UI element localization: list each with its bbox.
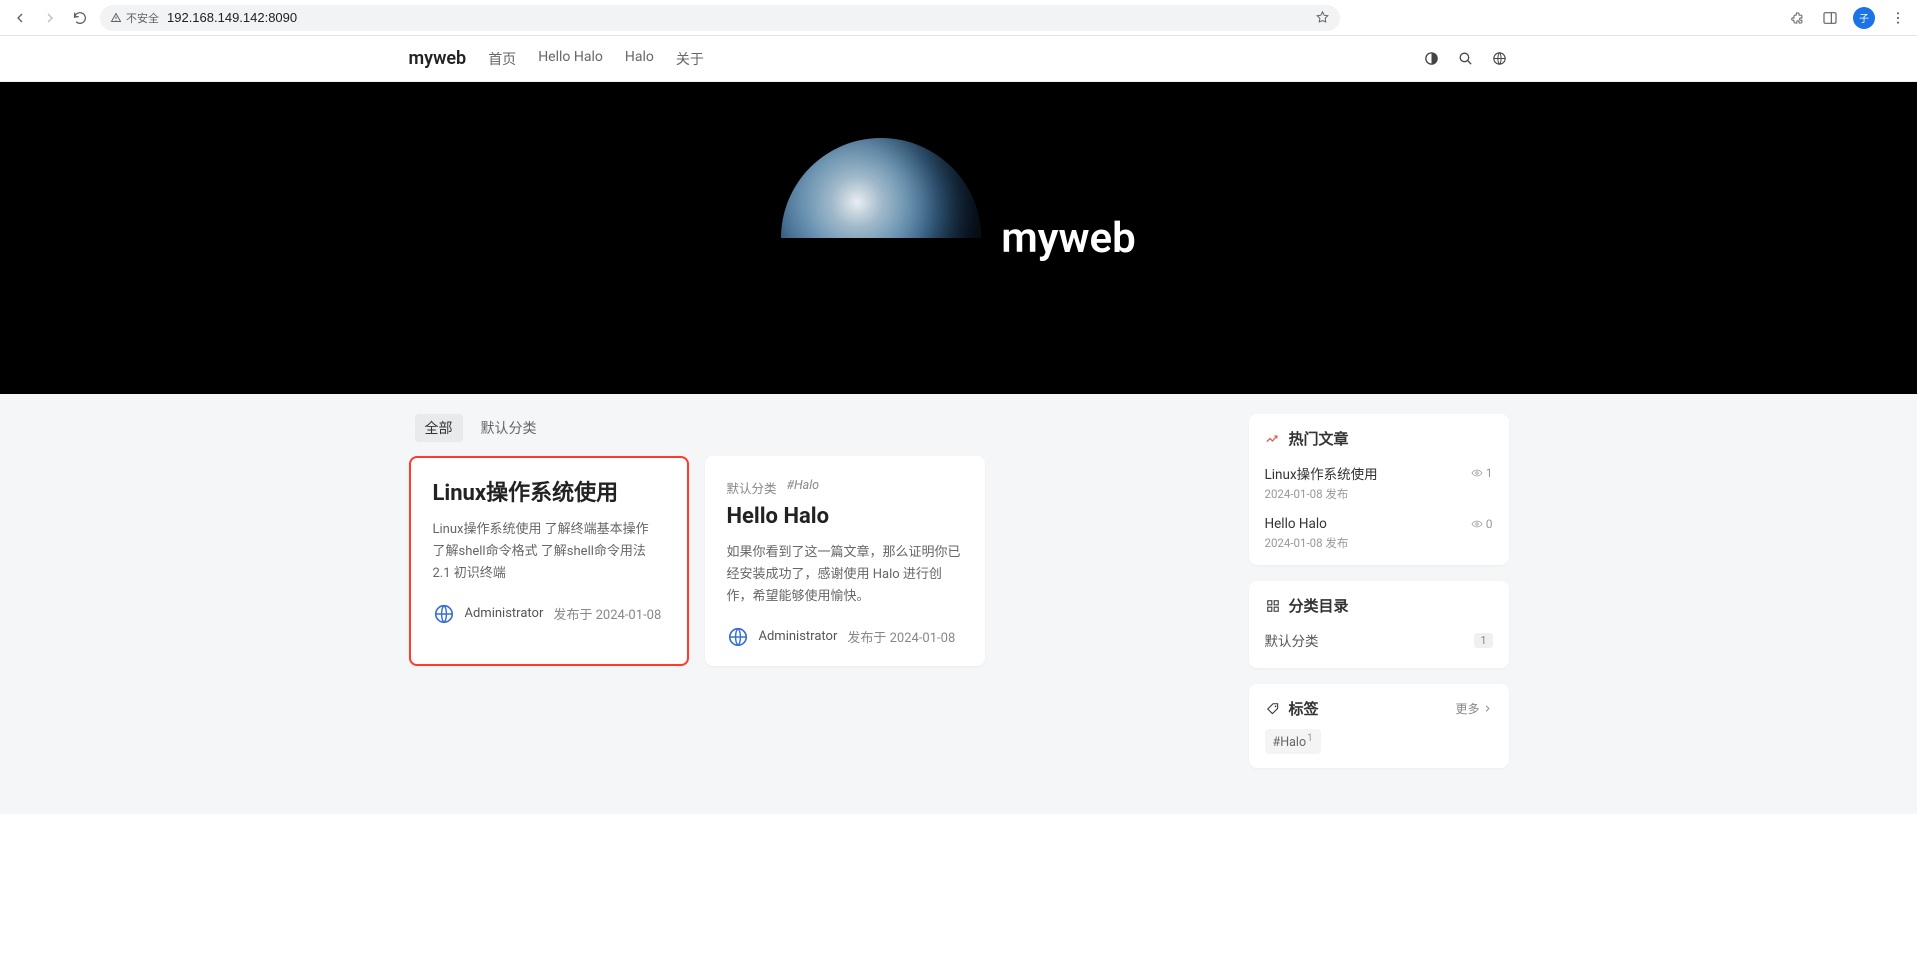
post-date: 发布于 2024-01-08	[847, 627, 955, 646]
language-icon[interactable]	[1491, 50, 1509, 68]
tab-default-category[interactable]: 默认分类	[471, 414, 547, 442]
extensions-icon[interactable]	[1789, 9, 1807, 27]
hot-article-date: 2024-01-08 发布	[1265, 486, 1493, 502]
post-title[interactable]: Hello Halo	[727, 503, 963, 532]
theme-toggle-icon[interactable]	[1423, 50, 1441, 68]
profile-avatar[interactable]: 子	[1853, 7, 1875, 29]
more-link[interactable]: 更多	[1455, 700, 1492, 717]
hero-banner: myweb	[0, 82, 1917, 394]
globe-avatar-icon	[433, 603, 455, 625]
reload-button[interactable]	[70, 8, 90, 28]
hero-title: myweb	[1001, 214, 1136, 263]
category-tabs: 全部 默认分类	[409, 414, 1225, 442]
post-author[interactable]: Administrator	[759, 629, 838, 644]
nav-link-about[interactable]: 关于	[676, 49, 704, 69]
tag-chip[interactable]: #Halo1	[1265, 729, 1321, 754]
hot-article-date: 2024-01-08 发布	[1265, 535, 1493, 551]
widget-title: 标签	[1289, 698, 1319, 719]
nav-link-halo[interactable]: Halo	[625, 49, 654, 69]
nav-forward-button[interactable]	[40, 8, 60, 28]
view-count: 1	[1471, 466, 1493, 480]
main-content: 全部 默认分类 Linux操作系统使用 Linux操作系统使用 了解终端基本操作…	[0, 394, 1917, 814]
security-indicator: 不安全	[110, 10, 159, 26]
post-meta: Administrator 发布于 2024-01-08	[433, 603, 665, 625]
security-label: 不安全	[126, 10, 159, 26]
brand[interactable]: myweb	[409, 48, 467, 69]
tab-all[interactable]: 全部	[415, 414, 463, 442]
kebab-menu-icon[interactable]	[1889, 9, 1907, 27]
hot-article-title[interactable]: Hello Halo	[1265, 516, 1327, 532]
widget-categories: 分类目录 默认分类 1	[1249, 581, 1509, 668]
widget-hot-articles: 热门文章 Linux操作系统使用 1 2024-01-08 发布 Hello H…	[1249, 414, 1509, 565]
search-icon[interactable]	[1457, 50, 1475, 68]
nav-link-hello-halo[interactable]: Hello Halo	[538, 49, 603, 69]
globe-avatar-icon	[727, 626, 749, 648]
widget-tags: 标签 更多 #Halo1	[1249, 684, 1509, 768]
tag-icon	[1265, 701, 1281, 717]
sidebar: 热门文章 Linux操作系统使用 1 2024-01-08 发布 Hello H…	[1249, 414, 1509, 768]
post-meta: Administrator 发布于 2024-01-08	[727, 626, 963, 648]
nav-links: 首页 Hello Halo Halo 关于	[488, 49, 704, 69]
nav-back-button[interactable]	[10, 8, 30, 28]
panel-icon[interactable]	[1821, 9, 1839, 27]
hot-article-item[interactable]: Linux操作系统使用 1 2024-01-08 发布	[1265, 459, 1493, 512]
post-author[interactable]: Administrator	[465, 606, 544, 621]
post-date: 发布于 2024-01-08	[553, 604, 661, 623]
post-excerpt: 如果你看到了这一篇文章，那么证明你已经安装成功了，感谢使用 Halo 进行创作，…	[727, 542, 963, 608]
posts-grid: Linux操作系统使用 Linux操作系统使用 了解终端基本操作 了解shell…	[409, 456, 1225, 666]
post-title[interactable]: Linux操作系统使用	[433, 480, 665, 509]
hot-article-item[interactable]: Hello Halo 0 2024-01-08 发布	[1265, 512, 1493, 551]
url-input[interactable]	[167, 10, 1307, 25]
hot-article-title[interactable]: Linux操作系统使用	[1265, 463, 1378, 483]
trending-icon	[1265, 431, 1281, 447]
post-card[interactable]: Linux操作系统使用 Linux操作系统使用 了解终端基本操作 了解shell…	[409, 456, 689, 666]
nav-link-home[interactable]: 首页	[488, 49, 516, 69]
site-header: myweb 首页 Hello Halo Halo 关于	[0, 36, 1917, 82]
address-bar[interactable]: 不安全	[100, 5, 1340, 31]
widget-title: 热门文章	[1289, 428, 1349, 449]
post-excerpt: Linux操作系统使用 了解终端基本操作 了解shell命令格式 了解shell…	[433, 519, 665, 585]
post-card[interactable]: 默认分类 #Halo Hello Halo 如果你看到了这一篇文章，那么证明你已…	[705, 456, 985, 666]
post-category[interactable]: 默认分类	[727, 478, 777, 497]
earth-image	[781, 138, 981, 338]
category-name: 默认分类	[1265, 630, 1319, 650]
widget-title: 分类目录	[1289, 595, 1349, 616]
avatar-initial: 子	[1859, 10, 1869, 25]
post-tag[interactable]: #Halo	[787, 478, 820, 497]
grid-icon	[1265, 598, 1281, 614]
category-count: 1	[1474, 633, 1492, 648]
category-item[interactable]: 默认分类 1	[1265, 626, 1493, 654]
view-count: 0	[1471, 517, 1493, 531]
browser-toolbar: 不安全 子	[0, 0, 1917, 36]
bookmark-star-icon[interactable]	[1315, 10, 1330, 25]
